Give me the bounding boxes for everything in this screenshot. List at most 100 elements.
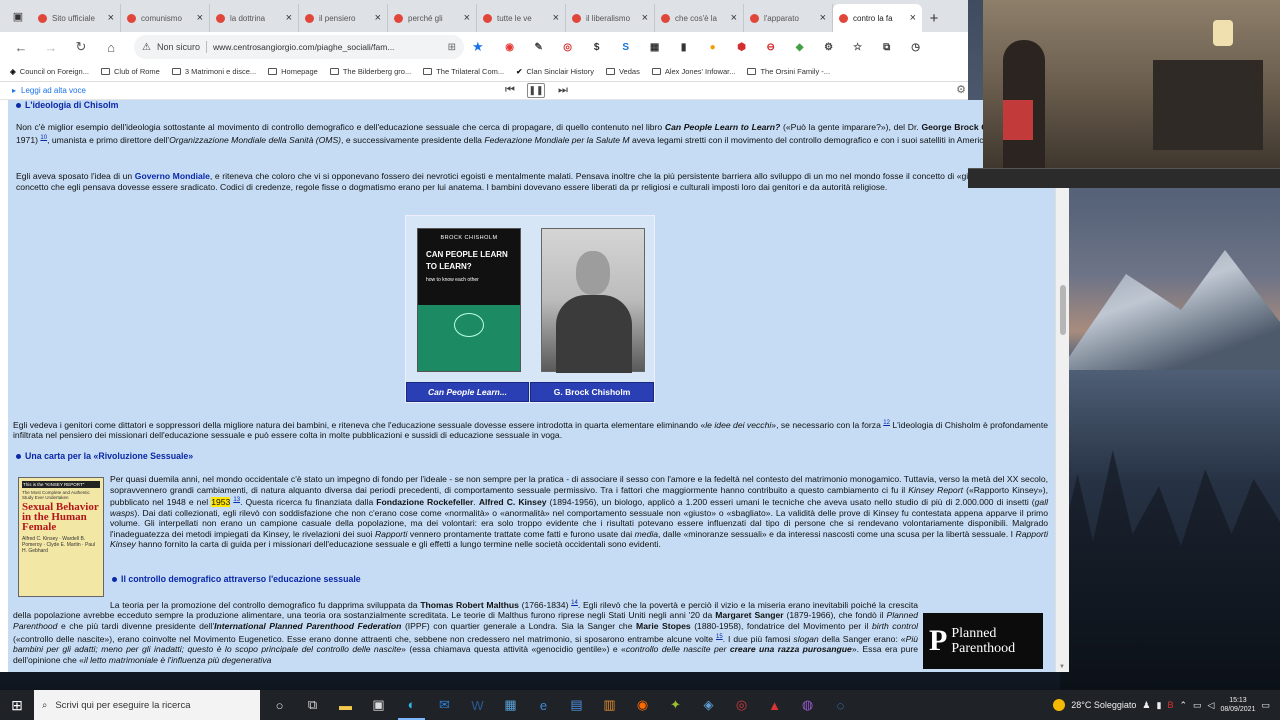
planned-parenthood-logo[interactable]: P Planned Parenthood — [923, 613, 1043, 669]
tool-icon[interactable]: ✦ — [662, 690, 689, 720]
notepad-icon[interactable]: ▤ — [563, 690, 590, 720]
history-icon[interactable]: ◷ — [906, 37, 926, 57]
tab-4[interactable]: perché gli × — [388, 4, 477, 32]
security-label[interactable]: Non sicuro — [157, 42, 200, 52]
close-icon[interactable]: × — [820, 12, 826, 24]
next-icon[interactable]: ⏭ — [554, 83, 572, 98]
extension-lock-icon[interactable]: ▮ — [674, 37, 694, 57]
pdf-icon[interactable]: ▲ — [761, 690, 788, 720]
bookmark-item[interactable]: Club of Rome — [100, 67, 160, 76]
bookmark-item[interactable]: 3 Matrimoni e disce... — [171, 67, 256, 76]
recorder-icon[interactable]: ◎ — [728, 690, 755, 720]
close-icon[interactable]: × — [642, 12, 648, 24]
bookmark-item[interactable]: Vedas — [605, 67, 640, 76]
close-icon[interactable]: × — [108, 12, 114, 24]
tray-app-icon[interactable]: B — [1167, 700, 1173, 710]
url-text[interactable]: www.centrosangiorgio.com/piaghe_sociali/… — [213, 42, 442, 52]
firefox-icon[interactable]: ◉ — [629, 690, 656, 720]
read-aloud-label[interactable]: ▸ Leggi ad alta voce — [12, 86, 86, 95]
file-explorer-icon[interactable]: ▬ — [332, 690, 359, 720]
task-view-icon[interactable]: ⧉ — [299, 690, 326, 720]
chevron-up-icon[interactable]: ⌃ — [1179, 700, 1187, 711]
bookmark-item[interactable]: The Bilderberg gro... — [329, 67, 411, 76]
caption-person[interactable]: G. Brock Chisholm — [530, 382, 654, 402]
person-icon[interactable]: ♟ — [1142, 700, 1150, 711]
extension-green-icon[interactable]: ◆ — [790, 37, 810, 57]
usb-icon[interactable]: ▮ — [1156, 700, 1161, 711]
bookmark-item[interactable]: Homepage — [268, 67, 318, 76]
close-icon[interactable]: × — [553, 12, 559, 24]
home-icon[interactable]: ⌂ — [98, 34, 124, 60]
app-icon[interactable]: ◈ — [695, 690, 722, 720]
bookmark-item[interactable]: The Trilateral Com... — [423, 67, 504, 76]
pause-button[interactable]: ❚❚ — [527, 83, 545, 98]
scroll-down-icon[interactable]: ▼ — [1059, 664, 1065, 670]
caption-book[interactable]: Can People Learn... — [406, 382, 529, 402]
tab-0[interactable]: Sito ufficiale × — [32, 4, 121, 32]
close-icon[interactable]: × — [731, 12, 737, 24]
close-icon[interactable]: × — [286, 12, 292, 24]
tab-9-active[interactable]: contro la fa × — [833, 4, 922, 32]
new-tab-button[interactable]: + — [922, 4, 946, 32]
archive-icon[interactable]: ▥ — [596, 690, 623, 720]
tab-7[interactable]: che cos'è la × — [655, 4, 744, 32]
portrait-image[interactable] — [541, 228, 645, 373]
notifications-icon[interactable]: ▭ — [1261, 700, 1270, 711]
close-icon[interactable]: × — [375, 12, 381, 24]
reload-icon[interactable]: ↻ — [68, 34, 94, 60]
tab-6[interactable]: il liberalismo × — [566, 4, 655, 32]
extension-puzzle-icon[interactable]: ⚙ — [819, 37, 839, 57]
extension-ublock-icon[interactable]: ⊖ — [761, 37, 781, 57]
close-icon[interactable]: × — [464, 12, 470, 24]
weather-text[interactable]: 28°C Soleggiato — [1071, 700, 1136, 710]
weather-sun-icon[interactable] — [1053, 699, 1066, 711]
bookmark-item[interactable]: ✔ Clan Sinclair History — [516, 67, 594, 76]
voice-settings-icon[interactable]: ⚙ — [956, 83, 966, 96]
back-icon[interactable]: ← — [8, 34, 34, 60]
word-icon[interactable]: W — [464, 690, 491, 720]
store-icon[interactable]: ▣ — [365, 690, 392, 720]
network-icon[interactable]: ▭ — [1193, 700, 1202, 711]
footnote-link[interactable]: 14 — [571, 600, 578, 606]
address-bar[interactable]: ⚠ Non sicuro www.centrosangiorgio.com/pi… — [134, 35, 464, 59]
warning-icon[interactable]: ⚠ — [142, 42, 151, 53]
collections-icon[interactable]: ⧉ — [877, 37, 897, 57]
previous-icon[interactable]: ⏮ — [501, 83, 519, 98]
footnote-link[interactable]: 15 — [716, 634, 723, 640]
bookmark-star-icon[interactable]: ★ — [472, 39, 484, 55]
windows-start-icon[interactable]: ⊞ — [0, 690, 34, 720]
tab-3[interactable]: il pensiero × — [299, 4, 388, 32]
footnote-link[interactable]: 12 — [883, 420, 890, 426]
tab-8[interactable]: l'apparato × — [744, 4, 833, 32]
bookmark-item[interactable]: The Orsini Family -... — [747, 67, 830, 76]
cortana-icon[interactable]: ○ — [266, 690, 293, 720]
tab-actions-icon[interactable]: ▣ — [4, 2, 32, 30]
close-icon[interactable]: × — [197, 12, 203, 24]
extension-dollar-icon[interactable]: $ — [587, 37, 607, 57]
clock[interactable]: 15:13 08/09/2021 — [1220, 696, 1255, 714]
internet-explorer-icon[interactable]: e — [530, 690, 557, 720]
streaming-icon[interactable]: ◍ — [794, 690, 821, 720]
tab-5[interactable]: tutte le ve × — [477, 4, 566, 32]
book-cover-image[interactable]: BROCK CHISHOLM CAN PEOPLE LEARN TO LEARN… — [417, 228, 521, 372]
tab-2[interactable]: la dottrina × — [210, 4, 299, 32]
scrollbar-thumb[interactable] — [1060, 285, 1066, 335]
edge-icon[interactable]: ◐ — [398, 690, 425, 720]
extension-grid-icon[interactable]: ▦ — [645, 37, 665, 57]
taskbar-search[interactable]: ⌕ Scrivi qui per eseguire la ricerca — [34, 690, 260, 720]
calculator-icon[interactable]: ▦ — [497, 690, 524, 720]
reader-mode-icon[interactable]: ⊞ — [448, 42, 456, 53]
bookmark-item[interactable]: ◈ Council on Foreign... — [10, 67, 89, 76]
extension-record-icon[interactable]: ◎ — [558, 37, 578, 57]
extension-honey-icon[interactable]: ● — [703, 37, 723, 57]
tab-1[interactable]: comunismo × — [121, 4, 210, 32]
governo-mondiale-link[interactable]: Governo Mondiale — [135, 171, 210, 181]
bookmark-item[interactable]: Alex Jones' Infowar... — [651, 67, 735, 76]
extension-adblock-icon[interactable]: ⬢ — [732, 37, 752, 57]
volume-icon[interactable]: ◁ — [1208, 700, 1215, 711]
mail-icon[interactable]: ✉ — [431, 690, 458, 720]
kinsey-report-cover-image[interactable]: This is the "KINSEY REPORT" The Most Com… — [18, 477, 104, 597]
extension-pen-icon[interactable]: ✎ — [529, 37, 549, 57]
favorites-icon[interactable]: ☆ — [848, 37, 868, 57]
extension-vpn-icon[interactable]: ◉ — [500, 37, 520, 57]
